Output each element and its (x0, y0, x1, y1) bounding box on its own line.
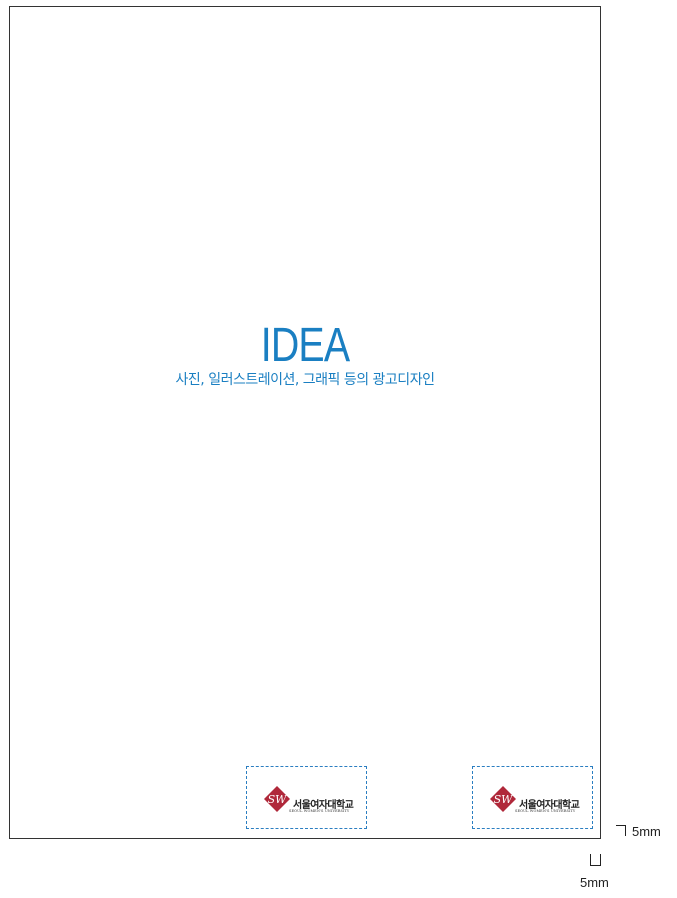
svg-text:SW: SW (268, 793, 289, 806)
right-margin-marker (616, 825, 626, 836)
logo-english-name: SEOUL WOMEN'S UNIVERSITY (289, 809, 350, 813)
bottom-margin-label: 5mm (580, 875, 609, 890)
page-subtitle: 사진, 일러스트레이션, 그래픽 등의 광고디자인 (175, 372, 435, 388)
right-margin-label: 5mm (632, 824, 661, 839)
logo-placeholder-left: SW 서울여자대학교 SEOUL WOMEN'S UNIVERSITY (246, 766, 367, 829)
university-emblem-icon: SW (264, 786, 290, 812)
logo-placeholder-right: SW 서울여자대학교 SEOUL WOMEN'S UNIVERSITY (472, 766, 593, 829)
university-emblem-icon: SW (490, 786, 516, 812)
page-title: IDEA (260, 319, 350, 372)
logo-english-name: SEOUL WOMEN'S UNIVERSITY (515, 809, 576, 813)
svg-text:SW: SW (494, 793, 515, 806)
poster-sheet: IDEA 사진, 일러스트레이션, 그래픽 등의 광고디자인 SW 서울여자대학… (9, 6, 601, 839)
bottom-margin-marker (590, 854, 601, 866)
